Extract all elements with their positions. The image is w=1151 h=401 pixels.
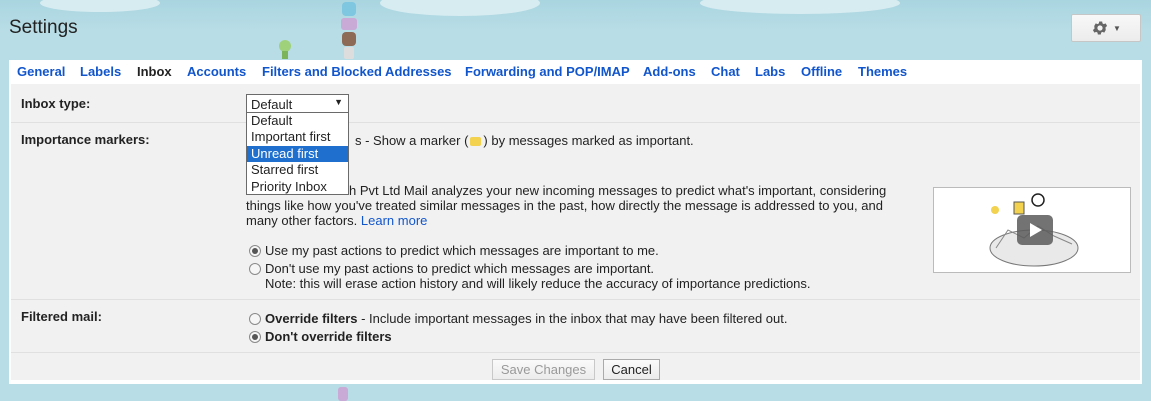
tab-offline[interactable]: Offline [801, 64, 842, 79]
dont-override-filters-radio[interactable] [249, 331, 261, 343]
inbox-type-option-unread-first[interactable]: Unread first [247, 145, 348, 163]
inbox-settings: Inbox type: Default ▼ Default Important … [11, 84, 1140, 380]
inbox-type-option-starred-first[interactable]: Starred first [247, 162, 348, 178]
theme-doodle-creature [279, 40, 291, 59]
tab-labels[interactable]: Labels [80, 64, 121, 79]
filtered-mail-label: Filtered mail: [21, 309, 102, 324]
cancel-button[interactable]: Cancel [603, 359, 660, 380]
tab-inbox[interactable]: Inbox [137, 64, 172, 79]
chevron-down-icon: ▼ [1113, 23, 1121, 33]
importance-markers-label: Importance markers: [21, 132, 150, 147]
tab-chat[interactable]: Chat [711, 64, 740, 79]
inbox-type-label: Inbox type: [21, 96, 91, 111]
settings-panel: General Labels Inbox Accounts Filters an… [9, 60, 1142, 384]
page-title: Settings [9, 17, 78, 38]
override-filters-desc: - Include important messages in the inbo… [357, 311, 788, 326]
dont-use-past-actions-label: Don't use my past actions to predict whi… [265, 261, 655, 276]
importance-marker-icon [470, 137, 482, 147]
settings-menu-button[interactable]: ▼ [1071, 14, 1141, 42]
erase-history-note: Note: this will erase action history and… [265, 276, 811, 291]
theme-doodle-bottom [338, 387, 348, 401]
dropdown-caret-icon: ▼ [334, 97, 343, 107]
theme-background [0, 0, 1151, 30]
inbox-type-dropdown: Default Important first Unread first Sta… [246, 112, 349, 195]
inbox-type-option-important-first[interactable]: Important first [247, 129, 348, 145]
inbox-type-selected: Default [251, 97, 293, 112]
tab-general[interactable]: General [17, 64, 65, 79]
divider [11, 122, 1140, 123]
importance-desc-line1: h Pvt Ltd Mail analyzes your new incomin… [349, 183, 887, 198]
importance-show-text-a: s - Show a marker ( [355, 133, 469, 148]
inbox-type-option-priority-inbox[interactable]: Priority Inbox [247, 179, 348, 195]
override-filters-label: Override filters - Include important mes… [265, 311, 787, 326]
use-past-actions-label: Use my past actions to predict which mes… [265, 243, 659, 258]
importance-show-marker-text: s - Show a marker ( ) by messages marked … [355, 133, 694, 148]
settings-tabs: General Labels Inbox Accounts Filters an… [9, 60, 1142, 84]
tab-addons[interactable]: Add-ons [643, 64, 696, 79]
tab-forwarding[interactable]: Forwarding and POP/IMAP [465, 64, 630, 79]
dont-use-past-actions-radio[interactable] [249, 263, 261, 275]
divider [11, 352, 1140, 353]
divider [11, 299, 1140, 300]
use-past-actions-radio[interactable] [249, 245, 261, 257]
inbox-type-option-default[interactable]: Default [247, 113, 348, 129]
tab-labs[interactable]: Labs [755, 64, 785, 79]
importance-show-text-b: ) by messages marked as important. [483, 133, 694, 148]
importance-desc-line3: many other factors. Learn more [246, 213, 427, 228]
gear-icon [1092, 21, 1108, 35]
learn-more-link[interactable]: Learn more [361, 213, 427, 228]
importance-desc-line3-text: many other factors. [246, 213, 358, 228]
save-changes-button[interactable]: Save Changes [492, 359, 595, 380]
override-filters-bold: Override filters [265, 311, 358, 326]
tab-accounts[interactable]: Accounts [187, 64, 246, 79]
override-filters-radio[interactable] [249, 313, 261, 325]
tab-themes[interactable]: Themes [858, 64, 907, 79]
play-icon [1017, 215, 1053, 245]
importance-video[interactable] [933, 187, 1131, 273]
importance-desc-line2: things like how you've treated similar m… [246, 198, 883, 213]
theme-doodle-stack [341, 2, 357, 59]
dont-override-filters-label: Don't override filters [265, 329, 392, 344]
inbox-type-select[interactable]: Default ▼ [246, 94, 349, 113]
tab-filters[interactable]: Filters and Blocked Addresses [262, 64, 452, 79]
